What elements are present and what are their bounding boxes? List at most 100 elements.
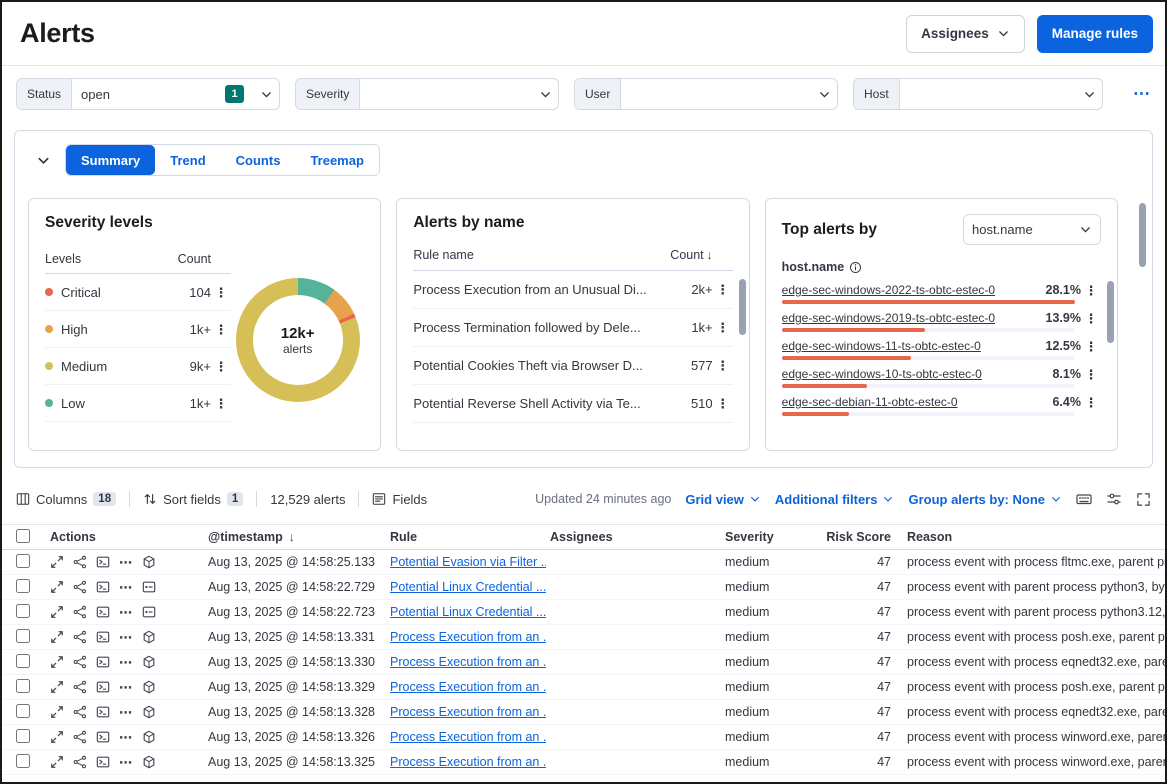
chevron-down-icon[interactable] bbox=[1076, 79, 1102, 109]
row-checkbox[interactable] bbox=[16, 579, 30, 593]
info-icon[interactable] bbox=[849, 261, 862, 274]
charts-scrollbar[interactable] bbox=[1139, 203, 1146, 267]
row-actions-kebab-icon[interactable]: ⋮ bbox=[713, 397, 733, 410]
session-view-icon[interactable] bbox=[96, 605, 110, 619]
osquery-icon[interactable] bbox=[142, 755, 156, 769]
host-filter[interactable]: Host bbox=[853, 78, 1103, 110]
osquery-icon[interactable] bbox=[142, 680, 156, 694]
rule-link[interactable]: Process Execution from an ... bbox=[390, 730, 546, 744]
reason-column-header[interactable]: Reason bbox=[898, 530, 1165, 544]
more-filters-icon[interactable]: ⋯ bbox=[1133, 84, 1151, 104]
expand-alert-icon[interactable] bbox=[50, 680, 64, 694]
host-name-link[interactable]: edge-sec-windows-2019-ts-obtc-estec-0 bbox=[782, 311, 1038, 325]
analyze-event-icon[interactable] bbox=[73, 705, 87, 719]
row-actions-kebab-icon[interactable]: ⋮ bbox=[211, 360, 231, 373]
display-options-icon[interactable] bbox=[1106, 491, 1122, 507]
session-view-icon[interactable] bbox=[96, 580, 110, 594]
more-actions-icon[interactable]: ⋯ bbox=[119, 706, 133, 719]
collapse-charts-icon[interactable] bbox=[36, 153, 51, 168]
row-checkbox[interactable] bbox=[16, 629, 30, 643]
analyze-event-icon[interactable] bbox=[73, 630, 87, 644]
rule-link[interactable]: Process Execution from an ... bbox=[390, 705, 546, 719]
analyze-event-icon[interactable] bbox=[73, 655, 87, 669]
sort-fields-button[interactable]: Sort fields 1 bbox=[143, 492, 243, 507]
rule-link[interactable]: Potential Evasion via Filter ... bbox=[390, 555, 546, 569]
osquery-icon[interactable] bbox=[142, 730, 156, 744]
more-actions-icon[interactable]: ⋯ bbox=[119, 756, 133, 769]
osquery-icon[interactable] bbox=[142, 705, 156, 719]
expand-alert-icon[interactable] bbox=[50, 730, 64, 744]
row-actions-kebab-icon[interactable]: ⋮ bbox=[713, 359, 733, 372]
columns-button[interactable]: Columns 18 bbox=[16, 492, 116, 507]
more-actions-icon[interactable]: ⋯ bbox=[119, 656, 133, 669]
session-view-icon[interactable] bbox=[96, 655, 110, 669]
chevron-down-icon[interactable] bbox=[811, 79, 837, 109]
session-view-icon[interactable] bbox=[96, 630, 110, 644]
additional-filters-button[interactable]: Additional filters bbox=[775, 492, 895, 507]
row-checkbox[interactable] bbox=[16, 554, 30, 568]
rule-link[interactable]: Process Execution from an ... bbox=[390, 630, 546, 644]
row-actions-kebab-icon[interactable]: ⋮ bbox=[1081, 340, 1101, 353]
host-name-link[interactable]: edge-sec-windows-11-ts-obtc-estec-0 bbox=[782, 339, 1038, 353]
chevron-down-icon[interactable] bbox=[253, 79, 279, 109]
investigate-timeline-icon[interactable] bbox=[142, 580, 156, 594]
rule-link[interactable]: Potential Linux Credential ... bbox=[390, 605, 546, 619]
row-actions-kebab-icon[interactable]: ⋮ bbox=[1081, 284, 1101, 297]
host-name-link[interactable]: edge-sec-windows-10-ts-obtc-estec-0 bbox=[782, 367, 1045, 381]
assignees-column-header[interactable]: Assignees bbox=[546, 530, 721, 544]
analyze-event-icon[interactable] bbox=[73, 580, 87, 594]
risk-score-column-header[interactable]: Risk Score bbox=[818, 530, 898, 544]
osquery-icon[interactable] bbox=[142, 655, 156, 669]
analyze-event-icon[interactable] bbox=[73, 680, 87, 694]
host-name-link[interactable]: edge-sec-windows-2022-ts-obtc-estec-0 bbox=[782, 283, 1038, 297]
row-checkbox[interactable] bbox=[16, 754, 30, 768]
expand-alert-icon[interactable] bbox=[50, 655, 64, 669]
tab-summary[interactable]: Summary bbox=[66, 145, 155, 175]
tab-trend[interactable]: Trend bbox=[155, 145, 220, 175]
analyze-event-icon[interactable] bbox=[73, 555, 87, 569]
analyze-event-icon[interactable] bbox=[73, 730, 87, 744]
assignees-button[interactable]: Assignees bbox=[906, 15, 1025, 53]
rule-link[interactable]: Process Execution from an ... bbox=[390, 655, 546, 669]
user-filter[interactable]: User bbox=[574, 78, 838, 110]
fields-button[interactable]: Fields bbox=[372, 492, 427, 507]
row-actions-kebab-icon[interactable]: ⋮ bbox=[713, 321, 733, 334]
group-alerts-by-button[interactable]: Group alerts by: None bbox=[908, 492, 1062, 507]
session-view-icon[interactable] bbox=[96, 730, 110, 744]
tab-treemap[interactable]: Treemap bbox=[295, 145, 378, 175]
grid-view-button[interactable]: Grid view bbox=[685, 492, 761, 507]
status-filter[interactable]: Status open 1 bbox=[16, 78, 280, 110]
session-view-icon[interactable] bbox=[96, 555, 110, 569]
row-actions-kebab-icon[interactable]: ⋮ bbox=[211, 397, 231, 410]
rule-link[interactable]: Process Execution from an ... bbox=[390, 755, 546, 769]
fullscreen-icon[interactable] bbox=[1136, 492, 1151, 507]
rule-link[interactable]: Potential Linux Credential ... bbox=[390, 580, 546, 594]
osquery-icon[interactable] bbox=[142, 555, 156, 569]
analyze-event-icon[interactable] bbox=[73, 755, 87, 769]
tab-counts[interactable]: Counts bbox=[221, 145, 296, 175]
top-alerts-field-select[interactable]: host.name bbox=[963, 214, 1101, 245]
select-all-checkbox[interactable] bbox=[16, 529, 30, 543]
row-actions-kebab-icon[interactable]: ⋮ bbox=[211, 286, 231, 299]
expand-alert-icon[interactable] bbox=[50, 630, 64, 644]
expand-alert-icon[interactable] bbox=[50, 705, 64, 719]
more-actions-icon[interactable]: ⋯ bbox=[119, 581, 133, 594]
keyboard-shortcuts-icon[interactable] bbox=[1076, 491, 1092, 507]
row-actions-kebab-icon[interactable]: ⋮ bbox=[713, 283, 733, 296]
more-actions-icon[interactable]: ⋯ bbox=[119, 631, 133, 644]
rule-link[interactable]: Process Execution from an ... bbox=[390, 680, 546, 694]
more-actions-icon[interactable]: ⋯ bbox=[119, 731, 133, 744]
more-actions-icon[interactable]: ⋯ bbox=[119, 556, 133, 569]
more-actions-icon[interactable]: ⋯ bbox=[119, 681, 133, 694]
row-checkbox[interactable] bbox=[16, 704, 30, 718]
alerts-by-name-scrollbar[interactable] bbox=[739, 279, 746, 335]
expand-alert-icon[interactable] bbox=[50, 605, 64, 619]
session-view-icon[interactable] bbox=[96, 680, 110, 694]
sort-desc-icon[interactable]: ↓ bbox=[707, 248, 713, 262]
expand-alert-icon[interactable] bbox=[50, 580, 64, 594]
session-view-icon[interactable] bbox=[96, 705, 110, 719]
manage-rules-button[interactable]: Manage rules bbox=[1037, 15, 1153, 53]
top-alerts-scrollbar[interactable] bbox=[1107, 281, 1114, 343]
session-view-icon[interactable] bbox=[96, 755, 110, 769]
row-actions-kebab-icon[interactable]: ⋮ bbox=[1081, 396, 1101, 409]
